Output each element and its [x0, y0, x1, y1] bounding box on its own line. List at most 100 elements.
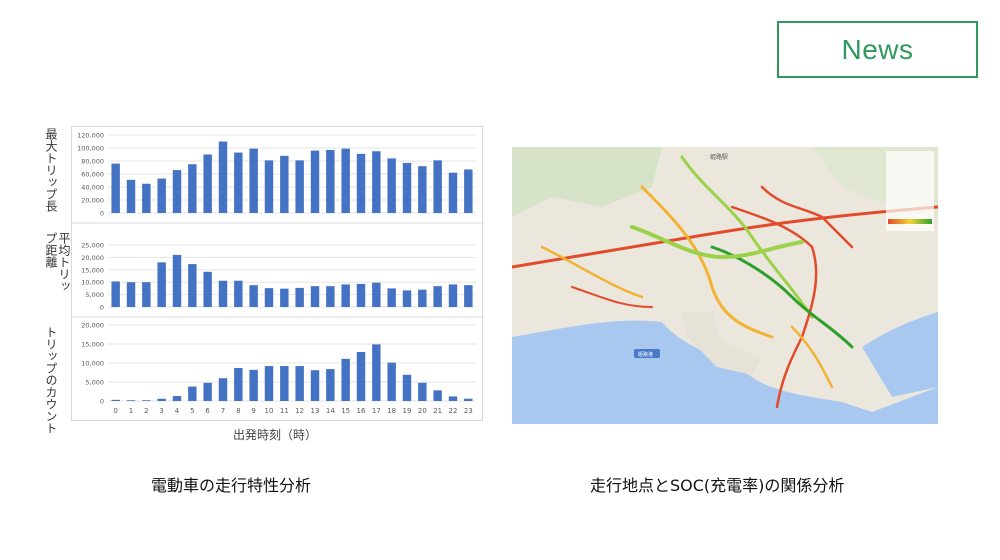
x-tick-label: 19 [403, 407, 412, 415]
bar [356, 283, 366, 307]
bar [387, 158, 396, 213]
bar [448, 172, 458, 213]
bar [249, 369, 258, 401]
ylabel-chart1: 最大トリップ長 [44, 128, 58, 212]
y-tick-label: 0 [100, 304, 104, 312]
x-tick-label: 9 [251, 407, 255, 415]
y-tick-label: 0 [100, 398, 104, 406]
bar [188, 386, 197, 401]
bar [280, 155, 289, 213]
caption-right: 走行地点とSOC(充電率)の関係分析 [590, 476, 845, 495]
y-tick-label: 80,000 [81, 158, 104, 166]
x-tick-label: 1 [129, 407, 133, 415]
bar [218, 141, 228, 213]
x-tick-label: 21 [433, 407, 442, 415]
bar [326, 369, 335, 401]
x-tick-label: 7 [221, 407, 225, 415]
bar [203, 382, 212, 401]
bar [234, 367, 243, 401]
bar [111, 163, 120, 213]
bar [188, 264, 197, 307]
x-tick-label: 23 [464, 407, 473, 415]
bar [126, 179, 136, 213]
bar [372, 282, 381, 307]
bar [264, 160, 274, 213]
bar [249, 148, 258, 213]
x-tick-label: 17 [372, 407, 381, 415]
x-tick-label: 2 [144, 407, 148, 415]
y-tick-label: 15,000 [81, 341, 104, 349]
soc-map[interactable]: 姫路駅 姫路港 [512, 147, 938, 424]
y-tick-label: 20,000 [81, 197, 104, 205]
bar [433, 160, 442, 213]
bar [418, 166, 427, 213]
legend-soc-gradient [888, 219, 932, 224]
bar [157, 178, 166, 213]
bar [402, 374, 412, 401]
bar [310, 370, 320, 401]
bar [111, 399, 120, 401]
bar [387, 362, 396, 401]
x-tick-label: 15 [341, 407, 350, 415]
bar [372, 344, 381, 401]
bar [234, 280, 243, 307]
x-tick-label: 4 [175, 407, 180, 415]
bar [188, 164, 197, 213]
bar [418, 289, 427, 307]
bar [157, 262, 166, 307]
bar [341, 284, 350, 307]
ylabel-chart3: トリップのカウント [44, 326, 58, 434]
bar [433, 286, 442, 307]
bar [326, 286, 335, 307]
bar [464, 398, 473, 401]
bar [142, 183, 151, 213]
bar [249, 285, 258, 307]
y-tick-label: 5,000 [85, 379, 104, 387]
bar [142, 400, 151, 401]
bar [372, 151, 381, 213]
bar [157, 398, 166, 401]
map-label-port: 姫路港 [638, 351, 653, 358]
x-tick-label: 18 [387, 407, 396, 415]
news-badge[interactable]: News [777, 21, 978, 78]
bar [402, 290, 412, 307]
y-tick-label: 120,000 [77, 132, 104, 140]
bar [172, 396, 182, 401]
bar [264, 366, 274, 401]
bar [387, 288, 396, 307]
bar [280, 366, 289, 401]
bar [172, 170, 182, 213]
bar [356, 351, 366, 401]
x-tick-label: 20 [418, 407, 427, 415]
x-tick-label: 0 [113, 407, 117, 415]
x-tick-label: 8 [236, 407, 240, 415]
ylabel-chart2: 平均トリップ距離 [44, 232, 71, 292]
bar [295, 160, 304, 213]
bar [418, 382, 427, 401]
y-tick-label: 10,000 [81, 279, 104, 287]
y-tick-label: 20,000 [81, 254, 104, 262]
bar [203, 271, 212, 307]
bar [341, 358, 350, 401]
bar [142, 282, 151, 307]
map-legend [886, 151, 934, 232]
y-tick-label: 60,000 [81, 171, 104, 179]
bar [203, 154, 212, 213]
caption-left: 電動車の走行特性分析 [151, 476, 312, 495]
bar [172, 254, 182, 307]
x-tick-label: 6 [205, 407, 210, 415]
y-tick-label: 40,000 [81, 184, 104, 192]
x-tick-label: 10 [265, 407, 274, 415]
x-tick-label: 16 [357, 407, 366, 415]
map-label-station: 姫路駅 [710, 153, 728, 161]
bar [310, 286, 320, 307]
bar [218, 280, 228, 307]
x-tick-label: 11 [280, 407, 289, 415]
chart-panel: 0 20,000 40,000 60,000 80,000 100,000 120,000 0… [71, 126, 484, 421]
bar [310, 150, 320, 213]
bar [234, 152, 243, 213]
bar [433, 390, 442, 401]
x-tick-label: 3 [159, 407, 163, 415]
y-tick-label: 0 [100, 210, 104, 218]
bar [356, 153, 366, 213]
